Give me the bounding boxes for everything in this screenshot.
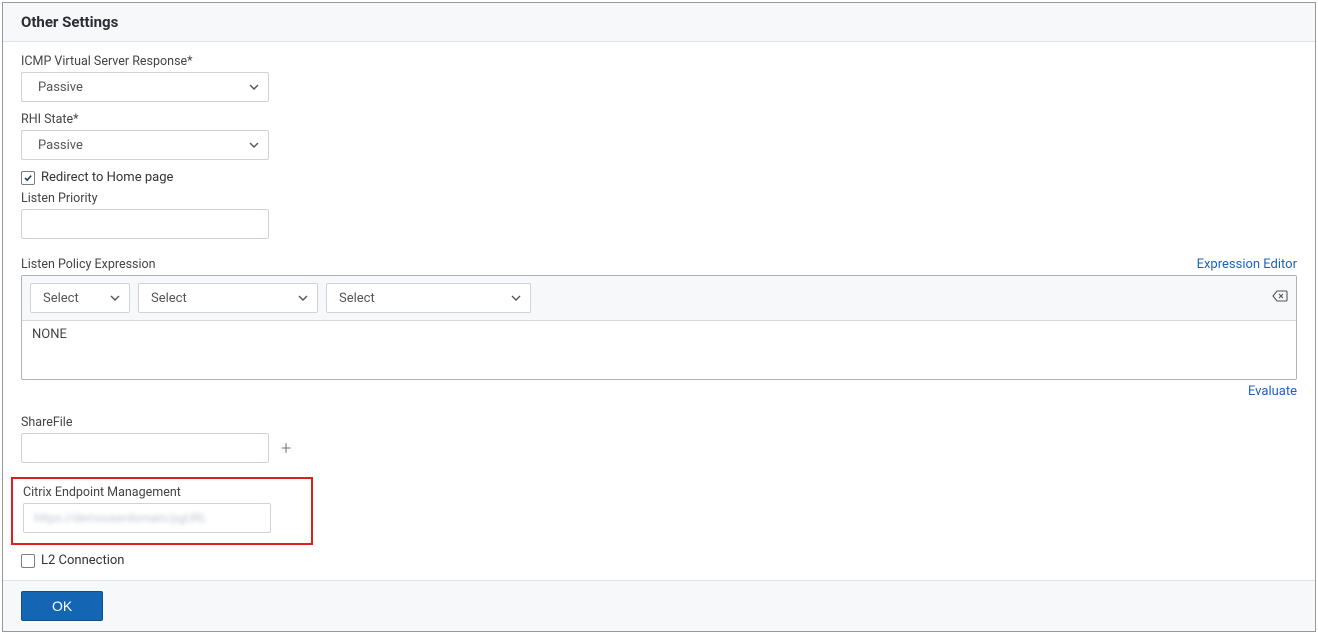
expr-select-1[interactable]: Select <box>30 283 130 313</box>
panel-header: Other Settings <box>3 3 1315 42</box>
rhi-select-value: Passive <box>38 138 83 153</box>
expr-select-2-value: Select <box>151 291 187 306</box>
redirect-label: Redirect to Home page <box>41 170 173 185</box>
evaluate-row: Evaluate <box>21 384 1297 399</box>
panel-content: ICMP Virtual Server Response* Passive RH… <box>3 42 1315 580</box>
sharefile-input[interactable] <box>21 433 269 463</box>
expr-select-3-value: Select <box>339 291 375 306</box>
endpoint-value-blurred: https://demouserdomain/pgURL <box>34 511 207 525</box>
icmp-select[interactable]: Passive <box>21 72 269 102</box>
expression-textarea[interactable] <box>22 321 1296 375</box>
panel-footer: OK <box>3 580 1315 631</box>
l2-checkbox-row: L2 Connection <box>21 553 1297 568</box>
plus-icon[interactable]: + <box>281 438 291 459</box>
listen-policy-header-row: Listen Policy Expression Expression Edit… <box>21 257 1297 272</box>
rhi-label: RHI State* <box>21 112 1297 127</box>
redirect-checkbox[interactable] <box>21 171 35 185</box>
field-sharefile: ShareFile + <box>21 415 1297 463</box>
clear-icon[interactable] <box>1272 290 1288 306</box>
listen-policy-label: Listen Policy Expression <box>21 257 156 272</box>
endpoint-input[interactable]: https://demouserdomain/pgURL <box>23 503 271 533</box>
icmp-label: ICMP Virtual Server Response* <box>21 54 1297 69</box>
sharefile-label: ShareFile <box>21 415 1297 430</box>
endpoint-highlight-box: Citrix Endpoint Management https://demou… <box>11 477 313 545</box>
l2-label: L2 Connection <box>41 553 124 568</box>
field-listen-priority: Listen Priority <box>21 191 1297 239</box>
expression-editor-link[interactable]: Expression Editor <box>1197 257 1297 272</box>
field-rhi: RHI State* Passive <box>21 112 1297 160</box>
l2-checkbox[interactable] <box>21 554 35 568</box>
expr-select-3[interactable]: Select <box>326 283 531 313</box>
expr-select-1-value: Select <box>43 291 79 306</box>
ok-button[interactable]: OK <box>21 591 103 621</box>
listen-priority-label: Listen Priority <box>21 191 1297 206</box>
expression-toolbar: Select Select Select <box>22 276 1296 321</box>
redirect-checkbox-row: Redirect to Home page <box>21 170 1297 185</box>
evaluate-link[interactable]: Evaluate <box>1248 384 1297 399</box>
expr-select-2[interactable]: Select <box>138 283 318 313</box>
listen-priority-input[interactable] <box>21 209 269 239</box>
endpoint-label: Citrix Endpoint Management <box>23 485 301 500</box>
rhi-select[interactable]: Passive <box>21 130 269 160</box>
expression-box: Select Select Select <box>21 275 1297 380</box>
field-icmp: ICMP Virtual Server Response* Passive <box>21 54 1297 102</box>
icmp-select-value: Passive <box>38 80 83 95</box>
